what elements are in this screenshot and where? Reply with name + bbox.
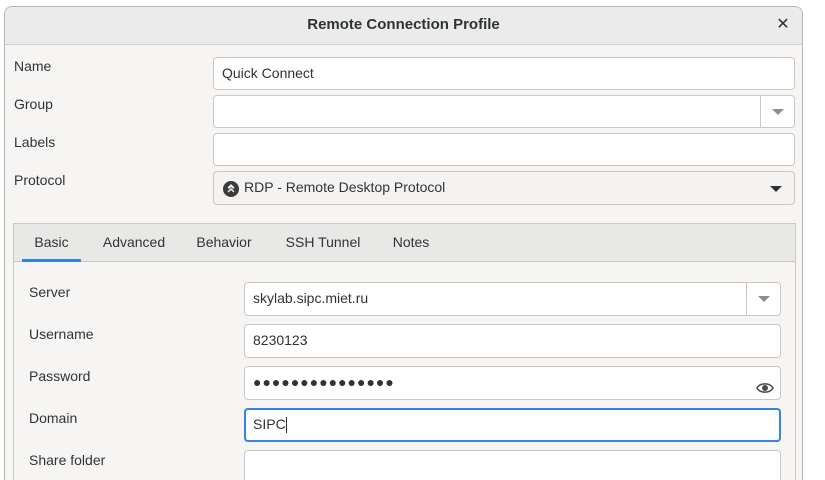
name-label: Name	[14, 58, 52, 74]
username-field[interactable]: 8230123	[244, 324, 781, 358]
password-value: ●●●●●●●●●●●●●●●	[253, 374, 395, 390]
share-folder-field[interactable]	[244, 450, 781, 480]
server-dropdown-button[interactable]	[746, 283, 780, 315]
group-dropdown-button[interactable]	[760, 96, 794, 127]
tab-ssh-tunnel[interactable]: SSH Tunnel	[278, 224, 368, 261]
group-combo[interactable]	[213, 95, 795, 128]
username-value: 8230123	[253, 332, 308, 348]
labels-label: Labels	[14, 134, 56, 150]
title-bar: Remote Connection Profile ✕	[5, 7, 802, 45]
password-label: Password	[29, 368, 91, 384]
server-value: skylab.sipc.miet.ru	[253, 290, 369, 306]
tab-advanced[interactable]: Advanced	[94, 224, 174, 261]
tab-notes[interactable]: Notes	[384, 224, 438, 261]
chevron-down-icon	[770, 186, 782, 192]
protocol-value: RDP - Remote Desktop Protocol	[244, 179, 446, 195]
group-label: Group	[14, 96, 53, 112]
tab-bar: Basic Advanced Behavior SSH Tunnel Notes	[14, 224, 795, 262]
chevron-down-icon	[772, 109, 784, 115]
labels-field[interactable]	[213, 133, 795, 166]
text-caret	[285, 417, 287, 434]
protocol-select[interactable]: RDP - Remote Desktop Protocol	[213, 171, 795, 205]
chevron-down-icon	[758, 296, 770, 302]
username-label: Username	[29, 326, 94, 342]
password-field[interactable]: ●●●●●●●●●●●●●●●	[244, 366, 781, 400]
server-label: Server	[29, 284, 71, 300]
window-title: Remote Connection Profile	[307, 16, 500, 33]
rdp-protocol-icon	[223, 181, 239, 197]
name-field[interactable]: Quick Connect	[213, 57, 795, 90]
protocol-label: Protocol	[14, 172, 66, 188]
domain-value: SIPC	[253, 416, 286, 432]
tab-basic[interactable]: Basic	[22, 224, 81, 262]
domain-label: Domain	[29, 410, 78, 426]
close-icon[interactable]: ✕	[772, 14, 794, 36]
name-value: Quick Connect	[222, 65, 314, 81]
share-folder-label: Share folder	[29, 452, 106, 468]
dialog-window: Remote Connection Profile ✕ Name Quick C…	[4, 6, 803, 480]
domain-field[interactable]: SIPC	[244, 408, 781, 442]
tab-behavior[interactable]: Behavior	[188, 224, 260, 261]
server-combo[interactable]: skylab.sipc.miet.ru	[244, 282, 781, 316]
settings-notebook: Basic Advanced Behavior SSH Tunnel Notes…	[13, 223, 796, 480]
eye-icon[interactable]	[756, 375, 774, 393]
